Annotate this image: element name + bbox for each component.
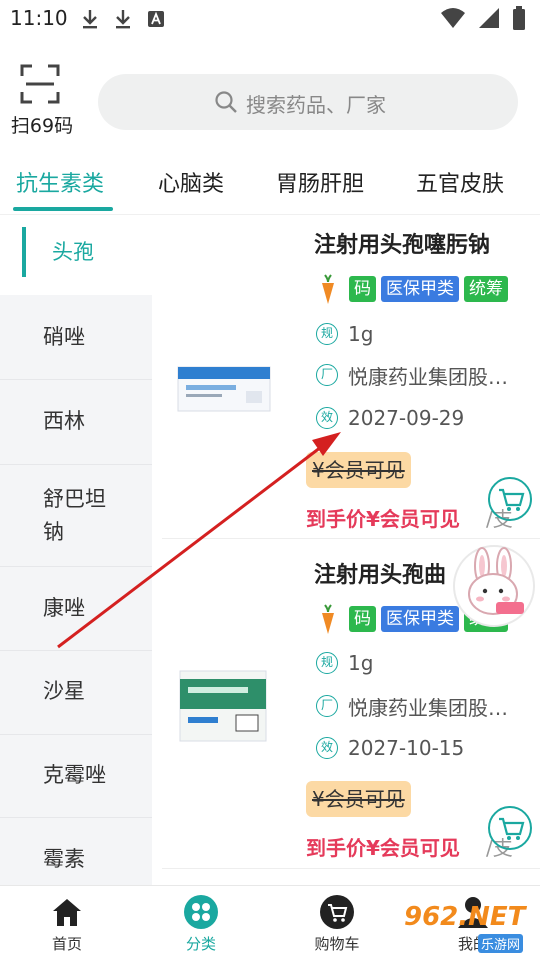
- download-icon: [116, 10, 130, 29]
- cart-icon: [499, 488, 525, 511]
- product-maker: 悦康药业集团股…: [348, 364, 508, 389]
- sidebar-item-sulbactam[interactable]: 舒巴坦钠: [0, 465, 152, 567]
- tab-active-indicator: [13, 207, 113, 211]
- final-price: 到手价¥会员可见: [306, 507, 460, 531]
- tag-code: 码: [349, 276, 376, 302]
- expiry-row: 效 2027-10-15: [316, 733, 464, 763]
- member-price: ¥会员可见: [306, 452, 411, 488]
- product-expiry: 2027-09-29: [348, 406, 465, 430]
- search-placeholder: 搜索药品、厂家: [246, 93, 386, 117]
- expiry-row: 效 2027-09-29: [316, 403, 464, 433]
- nav-label: 首页: [51, 935, 82, 953]
- sidebar-item-label: 舒巴坦钠: [43, 487, 106, 544]
- final-price: 到手价¥会员可见: [306, 836, 460, 860]
- battery-icon: [513, 6, 525, 30]
- spec-icon: 规: [316, 323, 338, 345]
- search-icon: [215, 91, 237, 113]
- bunny-float-icon[interactable]: [452, 544, 536, 628]
- expiry-icon: 效: [316, 737, 338, 759]
- tab-cardio[interactable]: 心脑类: [158, 166, 224, 198]
- expiry-icon: 效: [316, 407, 338, 429]
- add-to-cart-button[interactable]: [488, 806, 532, 850]
- product-image: [177, 366, 271, 412]
- maker-icon: 厂: [316, 364, 338, 386]
- text-notify-icon: [148, 11, 164, 27]
- sidebar-item-label: 霉素: [43, 847, 85, 871]
- maker-row: 厂 悦康药业集团股…: [316, 691, 508, 721]
- wifi-icon: [441, 8, 465, 28]
- status-time: 11:10: [10, 6, 68, 30]
- product-image: [179, 670, 267, 742]
- sidebar-item-cephalosporin[interactable]: 头孢: [0, 215, 152, 295]
- tab-gastro[interactable]: 胃肠肝胆: [276, 166, 364, 198]
- nav-label: 分类: [185, 935, 216, 953]
- maker-row: 厂 悦康药业集团股…: [316, 360, 508, 390]
- tag-coordinated: 统筹: [464, 276, 508, 302]
- tag-insurance: 医保甲类: [381, 606, 459, 632]
- maker-icon: 厂: [316, 695, 338, 717]
- tag-code: 码: [349, 606, 376, 632]
- tab-antibiotics[interactable]: 抗生素类: [16, 166, 104, 198]
- sidebar-item-label: 康唑: [43, 596, 85, 620]
- tag-insurance: 医保甲类: [381, 276, 459, 302]
- spec-row: 规 1g: [316, 648, 373, 678]
- sidebar-item-penicillin[interactable]: 西林: [0, 381, 152, 465]
- category-icon: [184, 895, 218, 929]
- category-tabs: 抗生素类 心脑类 胃肠肝胆 五官皮肤: [0, 158, 540, 214]
- tab-ent-skin[interactable]: 五官皮肤: [416, 166, 504, 198]
- divider: [162, 868, 540, 869]
- spec-row: 规 1g: [316, 319, 373, 349]
- product-spec: 1g: [348, 322, 374, 346]
- sidebar-item-label: 克霉唑: [43, 763, 106, 787]
- member-price: ¥会员可见: [306, 781, 411, 817]
- sidebar-item-floxacin[interactable]: 沙星: [0, 651, 152, 735]
- cart-icon: [320, 895, 354, 929]
- nav-category[interactable]: 分类: [151, 886, 251, 960]
- divider: [162, 538, 540, 539]
- scan-label: 扫69码: [10, 115, 74, 137]
- watermark-sub: 乐游网: [478, 934, 524, 953]
- search-input[interactable]: 搜索药品、厂家: [98, 74, 518, 130]
- sidebar-item-label: 硝唑: [43, 325, 85, 349]
- scan-icon: [20, 64, 60, 104]
- product-spec: 1g: [348, 651, 374, 675]
- nav-label: 购物车: [314, 935, 360, 953]
- sidebar-item-label: 西林: [43, 409, 85, 433]
- spec-icon: 规: [316, 652, 338, 674]
- product-tags: 码 医保甲类 统筹: [320, 273, 508, 305]
- sidebar-item-label: 头孢: [52, 240, 94, 264]
- watermark-logo: 962.NET: [404, 902, 526, 932]
- download-icon: [83, 10, 97, 29]
- product-maker: 悦康药业集团股…: [348, 695, 508, 720]
- sidebar-item-label: 沙星: [43, 679, 85, 703]
- status-bar: 11:10: [0, 0, 540, 36]
- sidebar-item-clotrimazole[interactable]: 克霉唑: [0, 735, 152, 818]
- carrot-icon: [322, 274, 334, 304]
- signal-icon: [479, 8, 499, 28]
- add-to-cart-button[interactable]: [488, 477, 532, 521]
- sidebar-active-indicator: [22, 227, 26, 277]
- cart-icon: [499, 817, 525, 840]
- product-card[interactable]: 注射用头孢噻肟钠 码 医保甲类 统筹 规 1g 厂 悦康药业集团股… 效 202…: [152, 215, 540, 545]
- subcategory-sidebar: 头孢 硝唑 西林 舒巴坦钠 康唑 沙星 克霉唑 霉素: [0, 215, 152, 885]
- scan-button[interactable]: 扫69码: [8, 60, 76, 140]
- product-expiry: 2027-10-15: [348, 736, 465, 760]
- product-name: 注射用头孢曲: [314, 563, 447, 588]
- sidebar-item-conazole[interactable]: 康唑: [0, 567, 152, 651]
- home-icon: [53, 899, 81, 926]
- sidebar-item-mycin[interactable]: 霉素: [0, 818, 152, 885]
- product-name: 注射用头孢噻肟钠: [314, 233, 491, 258]
- carrot-icon: [322, 604, 334, 634]
- sidebar-item-nitroimidazole[interactable]: 硝唑: [0, 297, 152, 380]
- nav-home[interactable]: 首页: [17, 886, 117, 960]
- nav-cart[interactable]: 购物车: [287, 886, 387, 960]
